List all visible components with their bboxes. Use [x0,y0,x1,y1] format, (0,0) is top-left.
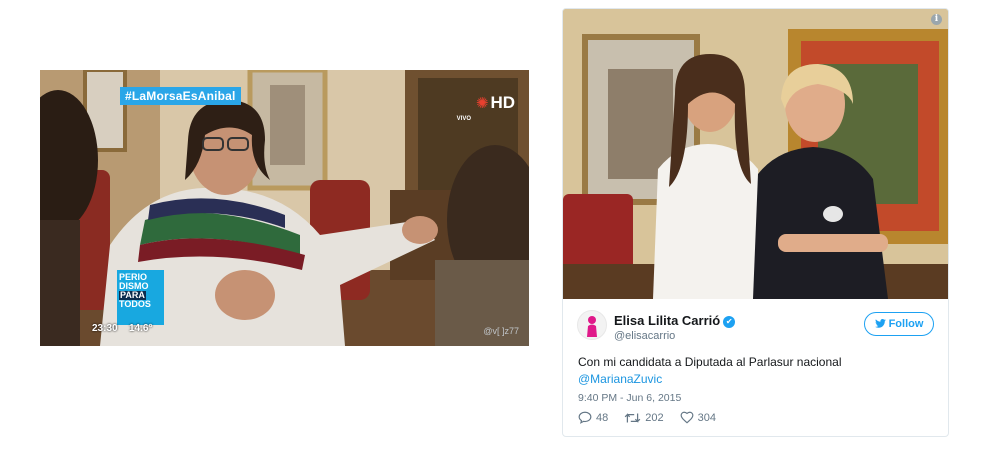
hd-label: HD [490,93,515,112]
like-action[interactable]: 304 [680,411,716,424]
avatar[interactable] [577,310,607,340]
author-row: Elisa Lilita Carrió ✔ [614,312,736,330]
tweet-card: i Elisa Lilita Carrió ✔ @elisacarrio Foll… [562,8,949,437]
hashtag-banner: #LaMorsaEsAnibal [120,87,241,105]
retweet-icon [624,412,641,423]
verified-badge-icon: ✔ [723,316,736,328]
twitter-bird-icon [874,319,886,328]
follow-label: Follow [888,318,924,330]
like-icon [680,411,694,424]
retweet-count: 202 [645,411,664,424]
channel-logo-icon: ✺ [475,95,489,112]
tweet-body: Con mi candidata a Diputada al Parlasur … [578,355,842,369]
author-name[interactable]: Elisa Lilita Carrió [614,313,720,328]
channel-hd-badge: ✺ HD [476,94,515,113]
tweet-actions: 48 202 304 [578,411,732,424]
author-handle[interactable]: @elisacarrio [614,330,675,342]
info-icon[interactable]: i [931,14,942,25]
reply-icon [578,411,592,424]
mention-link[interactable]: @MarianaZuvic [578,371,938,388]
tv-clock: 23:30 [92,323,118,334]
show-logo-line: TODOS [119,299,151,309]
retweet-action[interactable]: 202 [624,411,664,424]
photo-scene [563,9,948,299]
follow-button[interactable]: Follow [864,312,934,336]
reply-action[interactable]: 48 [578,411,608,424]
like-count: 304 [697,411,716,424]
tv-temperature: 14.6° [129,323,153,334]
tv-screenshot: #LaMorsaEsAnibal ✺ HD VIVO PERIO DISMO PA… [40,70,529,346]
tweet-photo[interactable]: i [563,9,948,299]
tv-scene [40,70,529,346]
tweet-timestamp[interactable]: 9:40 PM - Jun 6, 2015 [578,392,681,404]
show-logo: PERIO DISMO PARA TODOS [117,270,164,325]
tweet-text: Con mi candidata a Diputada al Parlasur … [578,354,938,388]
reply-count: 48 [596,411,609,424]
live-label: VIVO [456,116,471,122]
avatar-icon [587,316,597,337]
tv-watermark: @v[ ]z77 [483,326,519,336]
